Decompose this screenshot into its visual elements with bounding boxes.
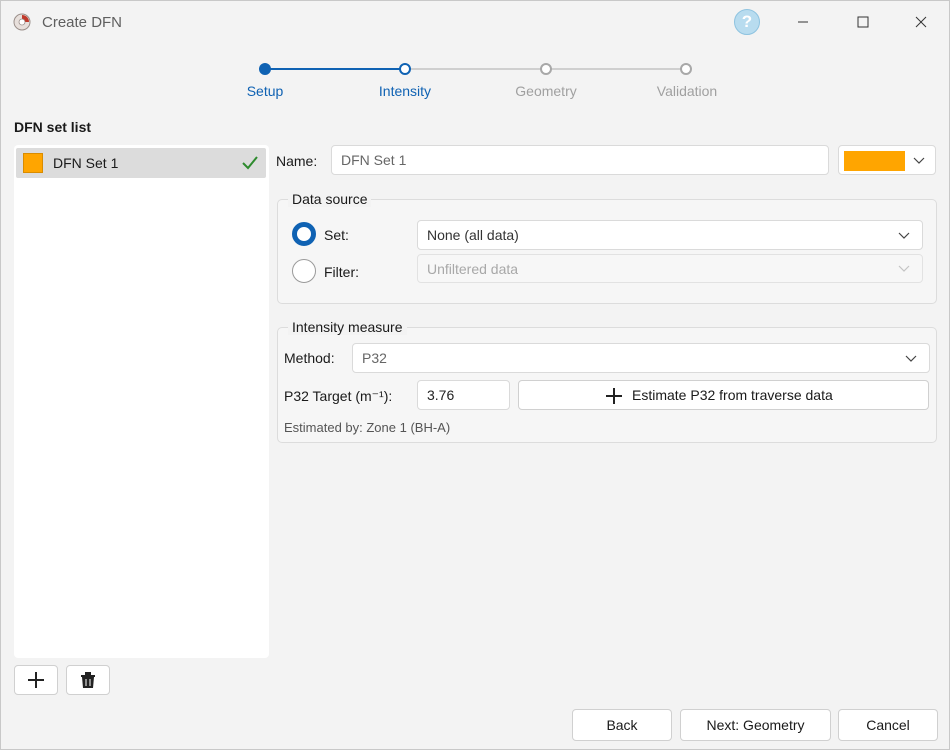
method-dropdown-value: P32: [362, 350, 387, 366]
estimate-p32-button[interactable]: Estimate P32 from traverse data: [518, 380, 929, 410]
trash-icon: [81, 672, 95, 688]
set-radio[interactable]: [292, 222, 316, 246]
plus-icon: [606, 388, 622, 404]
cancel-button[interactable]: Cancel: [838, 709, 938, 741]
minimize-icon[interactable]: [789, 9, 817, 35]
step-dot-validation[interactable]: [680, 63, 692, 75]
wizard-stepper: Setup Intensity Geometry Validation: [1, 53, 950, 113]
set-label: Set:: [324, 227, 349, 243]
filter-dropdown[interactable]: Unfiltered data: [417, 254, 923, 283]
step-dot-intensity[interactable]: [399, 63, 411, 75]
dfn-set-list-title: DFN set list: [14, 119, 92, 135]
color-swatch: [844, 151, 905, 171]
app-logo-icon: [13, 13, 31, 31]
name-label: Name:: [276, 153, 318, 169]
name-input[interactable]: DFN Set 1: [331, 145, 829, 175]
step-dot-geometry[interactable]: [540, 63, 552, 75]
add-set-button[interactable]: [14, 665, 58, 695]
step-label-setup[interactable]: Setup: [205, 83, 325, 99]
list-item-label: DFN Set 1: [53, 155, 119, 171]
data-source-group: [277, 199, 937, 304]
delete-set-button[interactable]: [66, 665, 110, 695]
filter-dropdown-value: Unfiltered data: [427, 261, 519, 277]
set-dropdown-value: None (all data): [427, 227, 519, 243]
maximize-icon[interactable]: [849, 9, 877, 35]
help-icon[interactable]: ?: [734, 9, 760, 35]
step-label-intensity[interactable]: Intensity: [345, 83, 465, 99]
chevron-down-icon: [913, 157, 925, 164]
step-label-geometry[interactable]: Geometry: [486, 83, 606, 99]
step-label-validation[interactable]: Validation: [627, 83, 747, 99]
chevron-down-icon: [898, 265, 910, 272]
p32-target-label: P32 Target (m⁻¹):: [284, 388, 393, 404]
check-icon: [242, 156, 258, 170]
estimated-by-text: Estimated by: Zone 1 (BH-A): [284, 420, 451, 435]
title-bar: Create DFN ?: [1, 1, 950, 43]
step-connector: [265, 68, 405, 70]
filter-radio[interactable]: [292, 259, 316, 283]
list-item[interactable]: DFN Set 1: [16, 148, 266, 178]
chevron-down-icon: [905, 355, 917, 362]
window-title: Create DFN: [42, 14, 123, 31]
close-icon[interactable]: [907, 9, 935, 35]
filter-label: Filter:: [324, 264, 359, 280]
dfn-set-list: DFN Set 1: [14, 145, 269, 658]
step-dot-setup[interactable]: [259, 63, 271, 75]
back-button[interactable]: Back: [572, 709, 672, 741]
color-picker[interactable]: [838, 145, 936, 175]
chevron-down-icon: [898, 232, 910, 239]
set-dropdown[interactable]: None (all data): [417, 220, 923, 250]
plus-icon: [28, 672, 44, 688]
set-color-swatch: [23, 153, 43, 173]
intensity-measure-title: Intensity measure: [288, 319, 407, 335]
estimate-p32-label: Estimate P32 from traverse data: [632, 387, 833, 403]
method-dropdown[interactable]: P32: [352, 343, 930, 373]
method-label: Method:: [284, 350, 335, 366]
create-dfn-window: Create DFN ? Setup Intensity Geometry Va…: [0, 0, 950, 750]
next-geometry-button[interactable]: Next: Geometry: [680, 709, 831, 741]
data-source-title: Data source: [288, 191, 372, 207]
p32-target-input[interactable]: 3.76: [417, 380, 510, 410]
